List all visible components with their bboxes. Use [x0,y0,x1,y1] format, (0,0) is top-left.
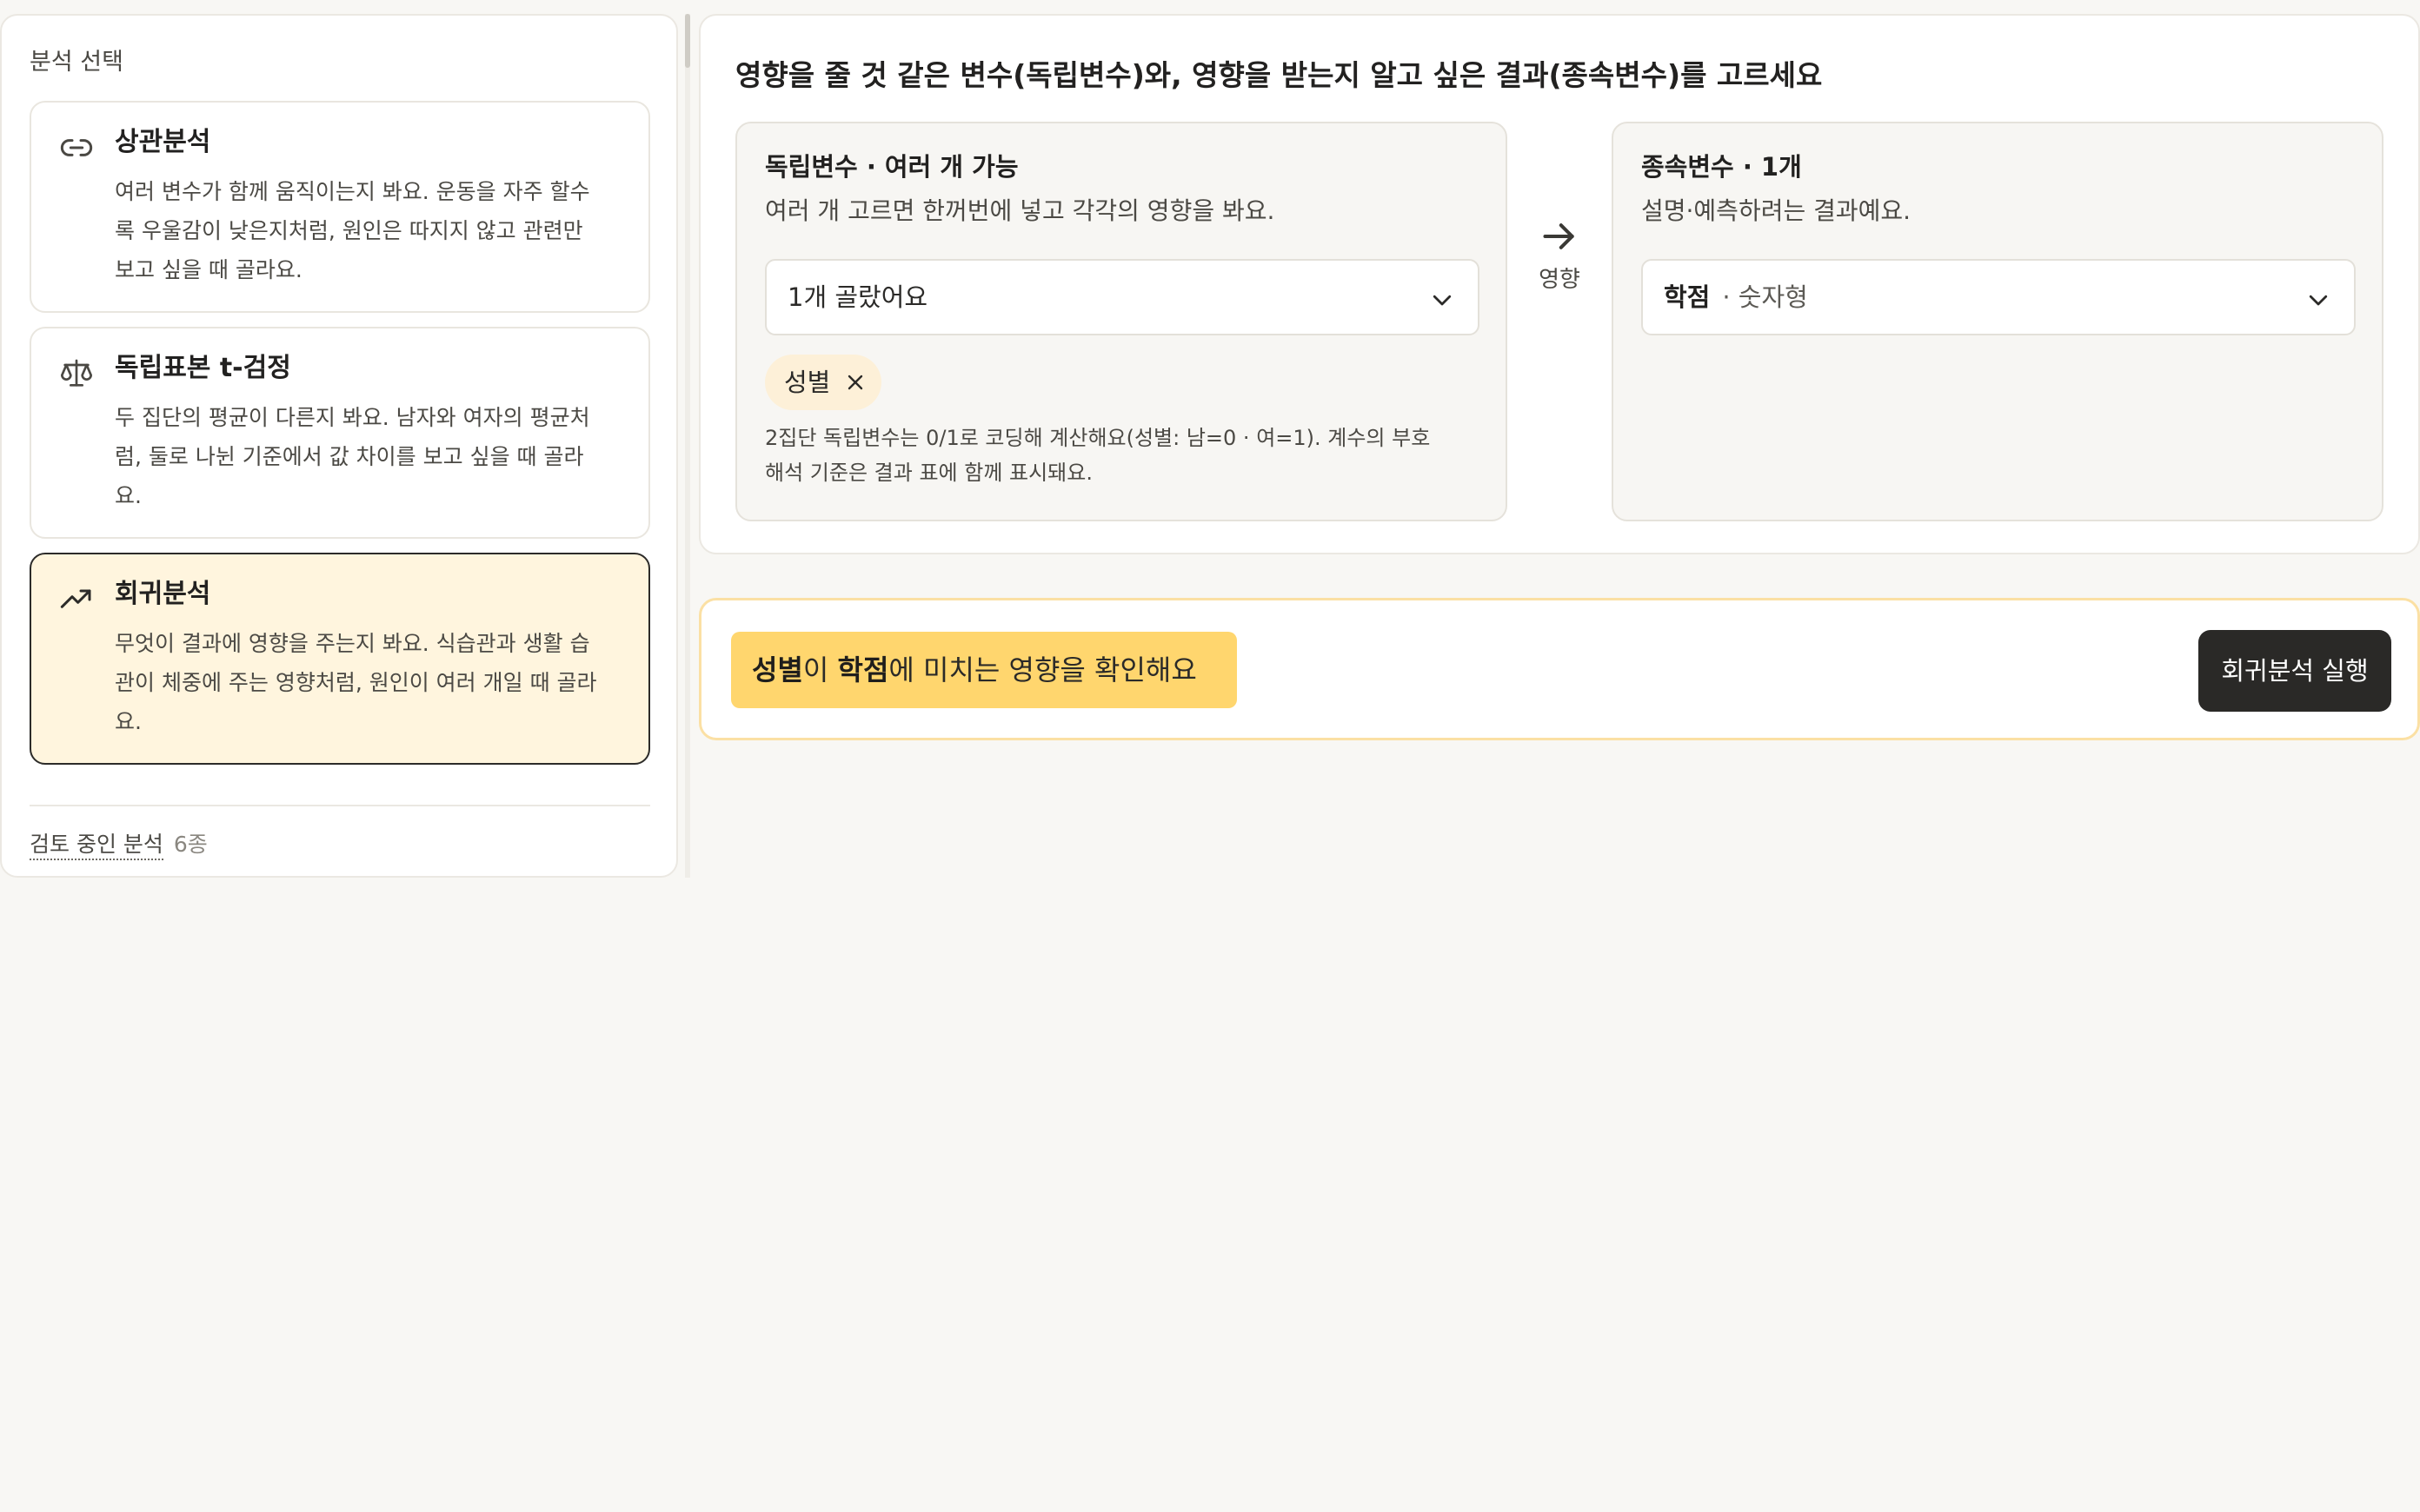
method-description: 두 집단의 평균이 다른지 봐요. 남자와 여자의 평균처 럼, 둘로 나뉜 기… [115,405,590,508]
influence-label: 영향 [1539,267,1580,293]
dependent-select[interactable]: 학점 · 숫자형 [1641,259,2356,335]
coding-note: 2집단 독립변수는 0/1로 코딩해 계산해요(성별: 남=0 · 여=1). … [765,426,1431,485]
method-card-correlation[interactable]: 상관분석 여러 변수가 함께 움직이는지 봐요. 운동을 자주 할수 록 우울감… [30,101,650,313]
method-description: 여러 변수가 함께 움직이는지 봐요. 운동을 자주 할수 록 우울감이 낮은지… [115,179,590,282]
sidebar-title: 분석 선택 [30,49,123,76]
dependent-help: 설명·예측하려는 결과예요. [1641,196,1911,225]
chevron-down-icon [2309,295,2328,306]
analysis-sidebar: 분석 선택 상관분석 여러 변수가 함께 움직이는지 봐요. 운동을 자주 할수… [0,14,678,878]
trending-up-icon [59,582,94,617]
selected-variable-chip: 성별 [765,355,881,410]
review-count: 6종 [173,832,208,857]
independent-help: 여러 개 고르면 한꺼번에 넣고 각각의 영향을 봐요. [765,196,1275,225]
method-card-ttest[interactable]: 독립표본 t-검정 두 집단의 평균이 다른지 봐요. 남자와 여자의 평균처 … [30,327,650,539]
review-row: 검토 중인 분석 6종 [30,829,208,860]
panel-title: 영향을 줄 것 같은 변수(독립변수)와, 영향을 받는지 알고 싶은 결과(종… [735,58,1823,92]
independent-label: 독립변수 · 여러 개 가능 [765,152,1019,182]
dependent-variable-box: 종속변수 · 1개 설명·예측하려는 결과예요. 학점 · 숫자형 [1612,122,2383,521]
run-analysis-bar: 성별이 학점에 미치는 영향을 확인해요 회귀분석 실행 [699,598,2420,740]
arrow-right-icon [1543,223,1574,249]
independent-variable-box: 독립변수 · 여러 개 가능 여러 개 고르면 한꺼번에 넣고 각각의 영향을 … [735,122,1507,521]
independent-select[interactable]: 1개 골랐어요 [765,259,1479,335]
method-description: 무엇이 결과에 영향을 주는지 봐요. 식습관과 생활 습 관이 체중에 주는 … [115,631,597,734]
run-regression-button[interactable]: 회귀분석 실행 [2198,630,2391,712]
dependent-select-value: 학점 · 숫자형 [1664,278,1808,316]
variable-selection-panel: 영향을 줄 것 같은 변수(독립변수)와, 영향을 받는지 알고 싶은 결과(종… [699,14,2420,554]
method-name: 독립표본 t-검정 [115,353,291,383]
sidebar-divider [30,805,650,806]
scale-icon [59,356,94,391]
summary-text: 성별이 학점에 미치는 영향을 확인해요 [752,653,1197,686]
close-icon[interactable] [845,372,866,393]
sidebar-scrollbar-thumb[interactable] [685,14,690,68]
link-icon [59,130,94,165]
chevron-down-icon [1433,295,1452,306]
dependent-label: 종속변수 · 1개 [1641,152,1802,182]
review-analyses-link[interactable]: 검토 중인 분석 [30,832,163,860]
dependent-variable-name: 학점 [1664,282,1711,312]
method-card-regression[interactable]: 회귀분석 무엇이 결과에 영향을 주는지 봐요. 식습관과 생활 습 관이 체중… [30,553,650,765]
independent-select-value: 1개 골랐어요 [788,282,928,312]
analysis-summary: 성별이 학점에 미치는 영향을 확인해요 [731,632,1237,708]
sidebar-scrollbar-track[interactable] [685,14,690,878]
influence-arrow: 영향 [1525,217,1594,297]
dependent-variable-type: · 숫자형 [1722,282,1808,312]
method-name: 상관분석 [115,127,211,157]
chip-label: 성별 [784,368,831,397]
app-root: 분석 선택 상관분석 여러 변수가 함께 움직이는지 봐요. 운동을 자주 할수… [0,0,2420,1512]
method-name: 회귀분석 [115,579,211,609]
